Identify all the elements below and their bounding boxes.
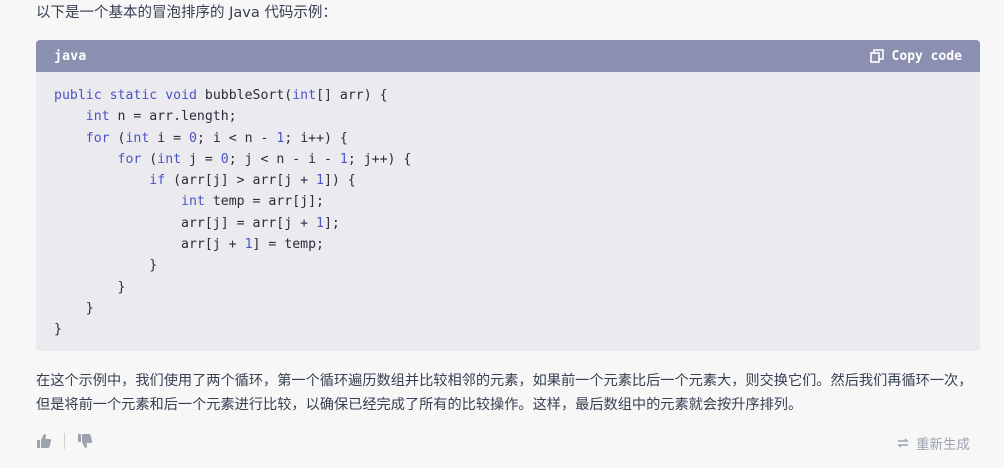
code-line: arr[j + 1] = temp; [54, 237, 324, 253]
code-line: int temp = arr[j]; [181, 194, 324, 210]
regenerate-button[interactable]: 重新生成 [896, 433, 970, 453]
code-line: } [54, 322, 62, 338]
code-block: java Copy code public static void bubble… [36, 40, 980, 351]
code-content: public static void bubbleSort(int[] arr)… [36, 72, 980, 341]
refresh-icon [896, 436, 910, 450]
code-line: } [54, 300, 94, 316]
code-header: java Copy code [36, 40, 980, 72]
copy-code-button[interactable]: Copy code [869, 48, 962, 64]
regenerate-label: 重新生成 [916, 437, 970, 453]
code-line: if (arr[j] > arr[j + 1]) { [149, 173, 356, 189]
code-language-label: java [54, 48, 87, 64]
code-line: public static void bubbleSort(int[] arr)… [54, 88, 388, 103]
copy-icon [869, 49, 884, 63]
thumbs-down-icon[interactable] [77, 433, 93, 449]
code-line: } [54, 279, 126, 295]
divider [64, 433, 65, 449]
thumbs-up-icon[interactable] [36, 433, 52, 449]
feedback-actions [36, 433, 93, 449]
code-line: } [54, 258, 158, 274]
code-line: for (int i = 0; i < n - 1; i++) { [85, 130, 348, 146]
code-line: int n = arr.length; [85, 109, 237, 125]
code-line: for (int j = 0; j < n - i - 1; j++) { [117, 151, 412, 167]
explanation-paragraph: 在这个示例中，我们使用了两个循环，第一个循环遍历数组并比较相邻的元素，如果前一个… [36, 373, 973, 413]
intro-text: 以下是一个基本的冒泡排序的 Java 代码示例： [36, 5, 337, 21]
copy-code-label: Copy code [891, 48, 962, 64]
code-line: arr[j] = arr[j + 1]; [54, 215, 340, 231]
